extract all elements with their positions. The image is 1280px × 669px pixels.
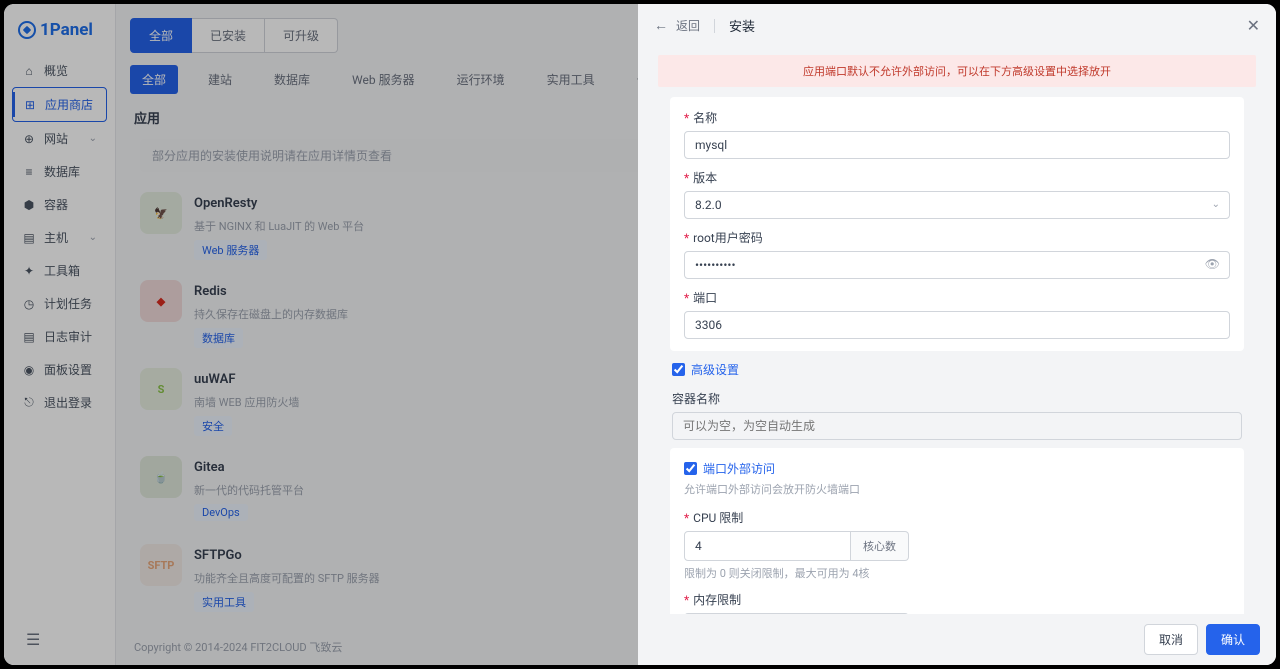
- container-name-input[interactable]: [672, 412, 1242, 440]
- back-label[interactable]: 返回: [676, 17, 700, 34]
- close-icon[interactable]: ✕: [1247, 16, 1260, 35]
- external-port-checkbox[interactable]: [684, 462, 697, 475]
- cpu-unit: 核心数: [851, 531, 909, 561]
- rootpw-input[interactable]: [684, 251, 1230, 279]
- cpu-label: *CPU 限制: [684, 509, 1230, 526]
- name-label: *名称: [684, 109, 1230, 126]
- memory-label: *内存限制: [684, 591, 1230, 608]
- drawer-title: 安装: [729, 16, 755, 35]
- install-drawer: ← 返回 安装 ✕ 应用端口默认不允许外部访问，可以在下方高级设置中选择放开 *…: [638, 4, 1276, 665]
- cancel-button[interactable]: 取消: [1144, 624, 1198, 655]
- cpu-input[interactable]: [684, 531, 851, 561]
- port-input[interactable]: [684, 311, 1230, 339]
- divider: [714, 19, 715, 33]
- external-port-label: 端口外部访问: [703, 460, 775, 477]
- version-label: *版本: [684, 169, 1230, 186]
- container-name-label: 容器名称: [672, 390, 1242, 407]
- back-arrow-icon[interactable]: ←: [654, 17, 668, 34]
- version-select[interactable]: [684, 191, 1230, 219]
- name-input[interactable]: [684, 131, 1230, 159]
- port-label: *端口: [684, 289, 1230, 306]
- advanced-checkbox[interactable]: [672, 363, 685, 376]
- cpu-hint: 限制为 0 则关闭限制，最大可用为 4核: [684, 565, 1230, 581]
- rootpw-label: *root用户密码: [684, 229, 1230, 246]
- external-port-hint: 允许端口外部访问会放开防火墙端口: [684, 481, 1230, 497]
- warning-banner: 应用端口默认不允许外部访问，可以在下方高级设置中选择放开: [658, 55, 1256, 87]
- advanced-label: 高级设置: [691, 361, 739, 378]
- eye-icon[interactable]: 👁: [1205, 257, 1220, 271]
- confirm-button[interactable]: 确认: [1206, 624, 1260, 655]
